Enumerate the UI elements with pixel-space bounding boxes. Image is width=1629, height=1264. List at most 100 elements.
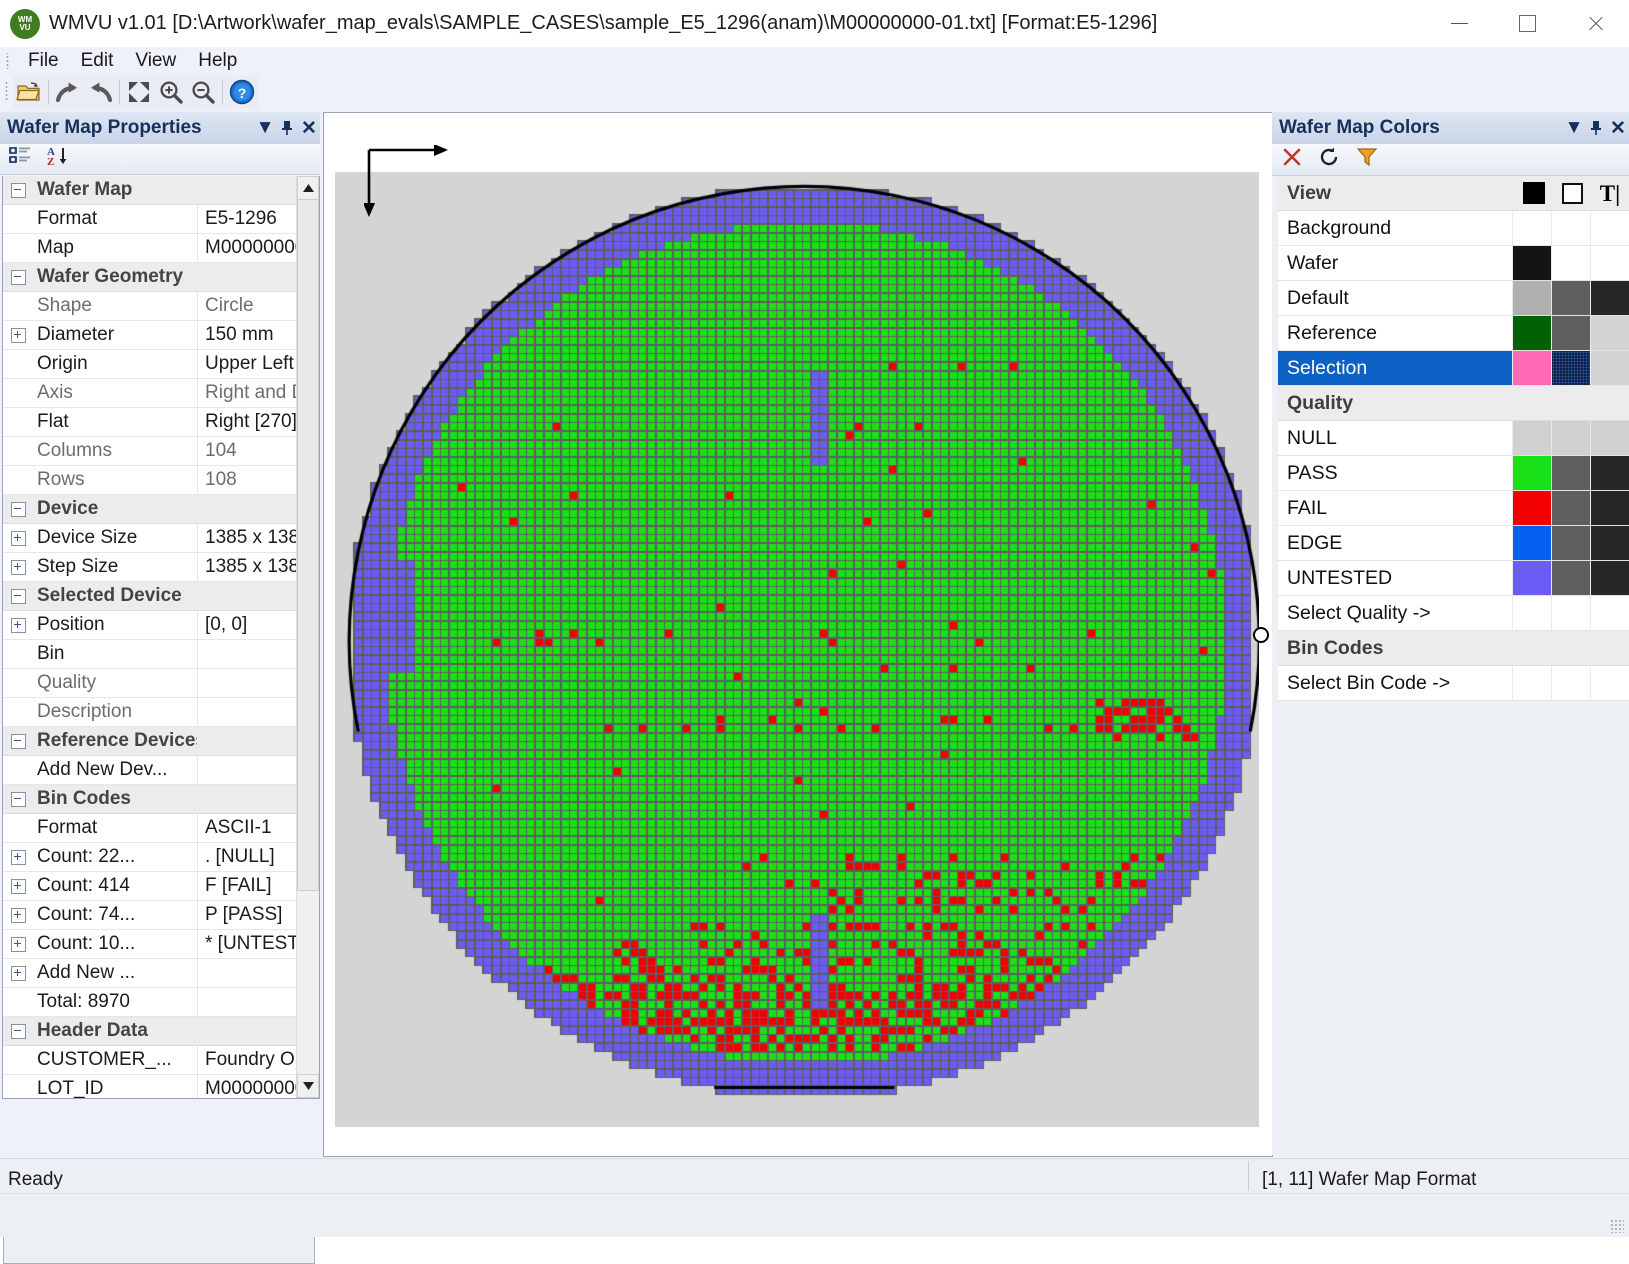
fill-color-swatch[interactable] <box>1515 631 1553 665</box>
reset-colors-icon[interactable] <box>1318 146 1340 174</box>
scroll-down-button[interactable] <box>297 1074 319 1098</box>
fill-color-swatch[interactable] <box>1512 316 1551 350</box>
property-row[interactable]: Description <box>3 698 319 727</box>
help-button[interactable]: ? <box>226 76 258 108</box>
text-color-swatch[interactable] <box>1590 596 1629 630</box>
properties-scrollbar[interactable] <box>296 176 319 1098</box>
text-color-header-icon[interactable]: T| <box>1591 176 1629 210</box>
fill-color-swatch[interactable] <box>1512 421 1551 455</box>
close-button[interactable] <box>1561 0 1629 47</box>
outline-color-swatch[interactable] <box>1551 491 1590 525</box>
property-row[interactable]: Total: 8970 <box>3 988 319 1017</box>
colors-panel-close-icon[interactable]: ✕ <box>1607 115 1629 141</box>
fill-color-swatch[interactable] <box>1512 281 1551 315</box>
outline-color-swatch[interactable] <box>1551 561 1590 595</box>
outline-color-swatch[interactable] <box>1551 316 1590 350</box>
property-row[interactable]: Columns 104 <box>3 437 319 466</box>
property-row[interactable]: Count: 414 F [FAIL] <box>3 872 319 901</box>
fill-color-header-icon[interactable] <box>1515 176 1553 210</box>
outline-color-swatch[interactable] <box>1551 526 1590 560</box>
color-row[interactable]: Background <box>1278 211 1629 246</box>
text-color-swatch[interactable] <box>1590 561 1629 595</box>
property-row[interactable]: Flat Right [270] <box>3 408 319 437</box>
text-color-swatch[interactable] <box>1590 491 1629 525</box>
color-row[interactable]: FAIL <box>1278 491 1629 526</box>
toolbar-grip-handle[interactable] <box>3 82 11 102</box>
outline-color-swatch[interactable] <box>1551 246 1590 280</box>
expand-toggle-icon[interactable] <box>3 930 33 958</box>
menu-item-view[interactable]: View <box>124 48 187 74</box>
expand-toggle-icon[interactable] <box>3 843 33 871</box>
outline-color-swatch[interactable] <box>1551 456 1590 490</box>
panel-close-icon[interactable]: ✕ <box>298 115 320 141</box>
color-row[interactable]: Select Bin Code -> <box>1278 666 1629 701</box>
property-row[interactable]: Step Size1385 x 1385 u... <box>3 553 319 582</box>
fill-color-swatch[interactable] <box>1512 456 1551 490</box>
outline-color-swatch[interactable] <box>1551 281 1590 315</box>
open-file-button[interactable] <box>13 76 45 108</box>
property-row[interactable]: Add New ... <box>3 959 319 988</box>
text-color-swatch[interactable] <box>1591 386 1629 420</box>
fill-color-swatch[interactable] <box>1512 211 1551 245</box>
property-row[interactable]: Add New Dev... <box>3 756 319 785</box>
color-row[interactable]: Selection <box>1278 351 1629 386</box>
expand-toggle-icon[interactable] <box>3 321 33 349</box>
color-category-row[interactable]: Bin Codes <box>1278 631 1629 666</box>
collapse-toggle-icon[interactable] <box>3 263 33 291</box>
property-row[interactable]: Format E5-1296 <box>3 205 319 234</box>
scroll-up-button[interactable] <box>297 176 319 200</box>
property-category-row[interactable]: Selected Device <box>3 582 319 611</box>
color-row[interactable]: UNTESTED <box>1278 561 1629 596</box>
expand-toggle-icon[interactable] <box>3 524 33 552</box>
outline-color-swatch[interactable] <box>1553 386 1591 420</box>
text-color-swatch[interactable] <box>1591 631 1629 665</box>
collapse-toggle-icon[interactable] <box>3 582 33 610</box>
property-row[interactable]: Origin Upper Left <box>3 350 319 379</box>
view-splitter-handle[interactable] <box>1253 627 1269 643</box>
property-row[interactable]: Shape Circle <box>3 292 319 321</box>
outline-color-swatch[interactable] <box>1551 211 1590 245</box>
alphabetical-sort-icon[interactable]: A Z <box>46 145 72 173</box>
color-row[interactable]: Select Quality -> <box>1278 596 1629 631</box>
outline-color-header-icon[interactable] <box>1553 176 1591 210</box>
panel-pin-icon[interactable] <box>276 115 298 141</box>
outline-color-swatch[interactable] <box>1553 631 1591 665</box>
text-color-swatch[interactable] <box>1590 456 1629 490</box>
maximize-button[interactable] <box>1493 0 1561 47</box>
property-row[interactable]: Format ASCII-1 <box>3 814 319 843</box>
wafer-map-canvas[interactable] <box>335 172 1259 1127</box>
zoom-out-button[interactable] <box>187 76 219 108</box>
fill-color-swatch[interactable] <box>1512 351 1551 385</box>
colors-panel-menu-chevron-down-icon[interactable]: ▼ <box>1563 115 1585 141</box>
color-row[interactable]: Wafer <box>1278 246 1629 281</box>
collapse-toggle-icon[interactable] <box>3 727 33 755</box>
color-category-row[interactable]: View T| <box>1278 176 1629 211</box>
color-row[interactable]: Default <box>1278 281 1629 316</box>
property-row[interactable]: CUSTOMER_... Foundry One <box>3 1046 319 1075</box>
text-color-swatch[interactable] <box>1590 211 1629 245</box>
property-row[interactable]: Count: 74... P [PASS] <box>3 901 319 930</box>
property-category-row[interactable]: Wafer Map <box>3 176 319 205</box>
property-row[interactable]: Bin <box>3 640 319 669</box>
zoom-in-button[interactable] <box>155 76 187 108</box>
text-color-swatch[interactable] <box>1590 351 1629 385</box>
property-row[interactable]: Rows 108 <box>3 466 319 495</box>
property-category-row[interactable]: Wafer Geometry <box>3 263 319 292</box>
fill-color-swatch[interactable] <box>1512 666 1551 700</box>
fill-color-swatch[interactable] <box>1512 526 1551 560</box>
menu-item-edit[interactable]: Edit <box>70 48 125 74</box>
text-color-swatch[interactable] <box>1590 526 1629 560</box>
property-row[interactable]: AxisRight and Do... <box>3 379 319 408</box>
property-row[interactable]: Diameter 150 mm <box>3 321 319 350</box>
property-row[interactable]: Count: 22.... [NULL] <box>3 843 319 872</box>
collapse-toggle-icon[interactable] <box>3 785 33 813</box>
collapse-toggle-icon[interactable] <box>3 176 33 204</box>
fill-color-swatch[interactable] <box>1512 491 1551 525</box>
property-row[interactable]: Count: 10... * [UNTESTED] <box>3 930 319 959</box>
outline-color-swatch[interactable] <box>1551 351 1590 385</box>
minimize-button[interactable] <box>1425 0 1493 47</box>
menu-grip-handle[interactable] <box>3 52 13 69</box>
expand-toggle-icon[interactable] <box>3 553 33 581</box>
fill-color-swatch[interactable] <box>1512 246 1551 280</box>
undo-button[interactable] <box>84 76 116 108</box>
